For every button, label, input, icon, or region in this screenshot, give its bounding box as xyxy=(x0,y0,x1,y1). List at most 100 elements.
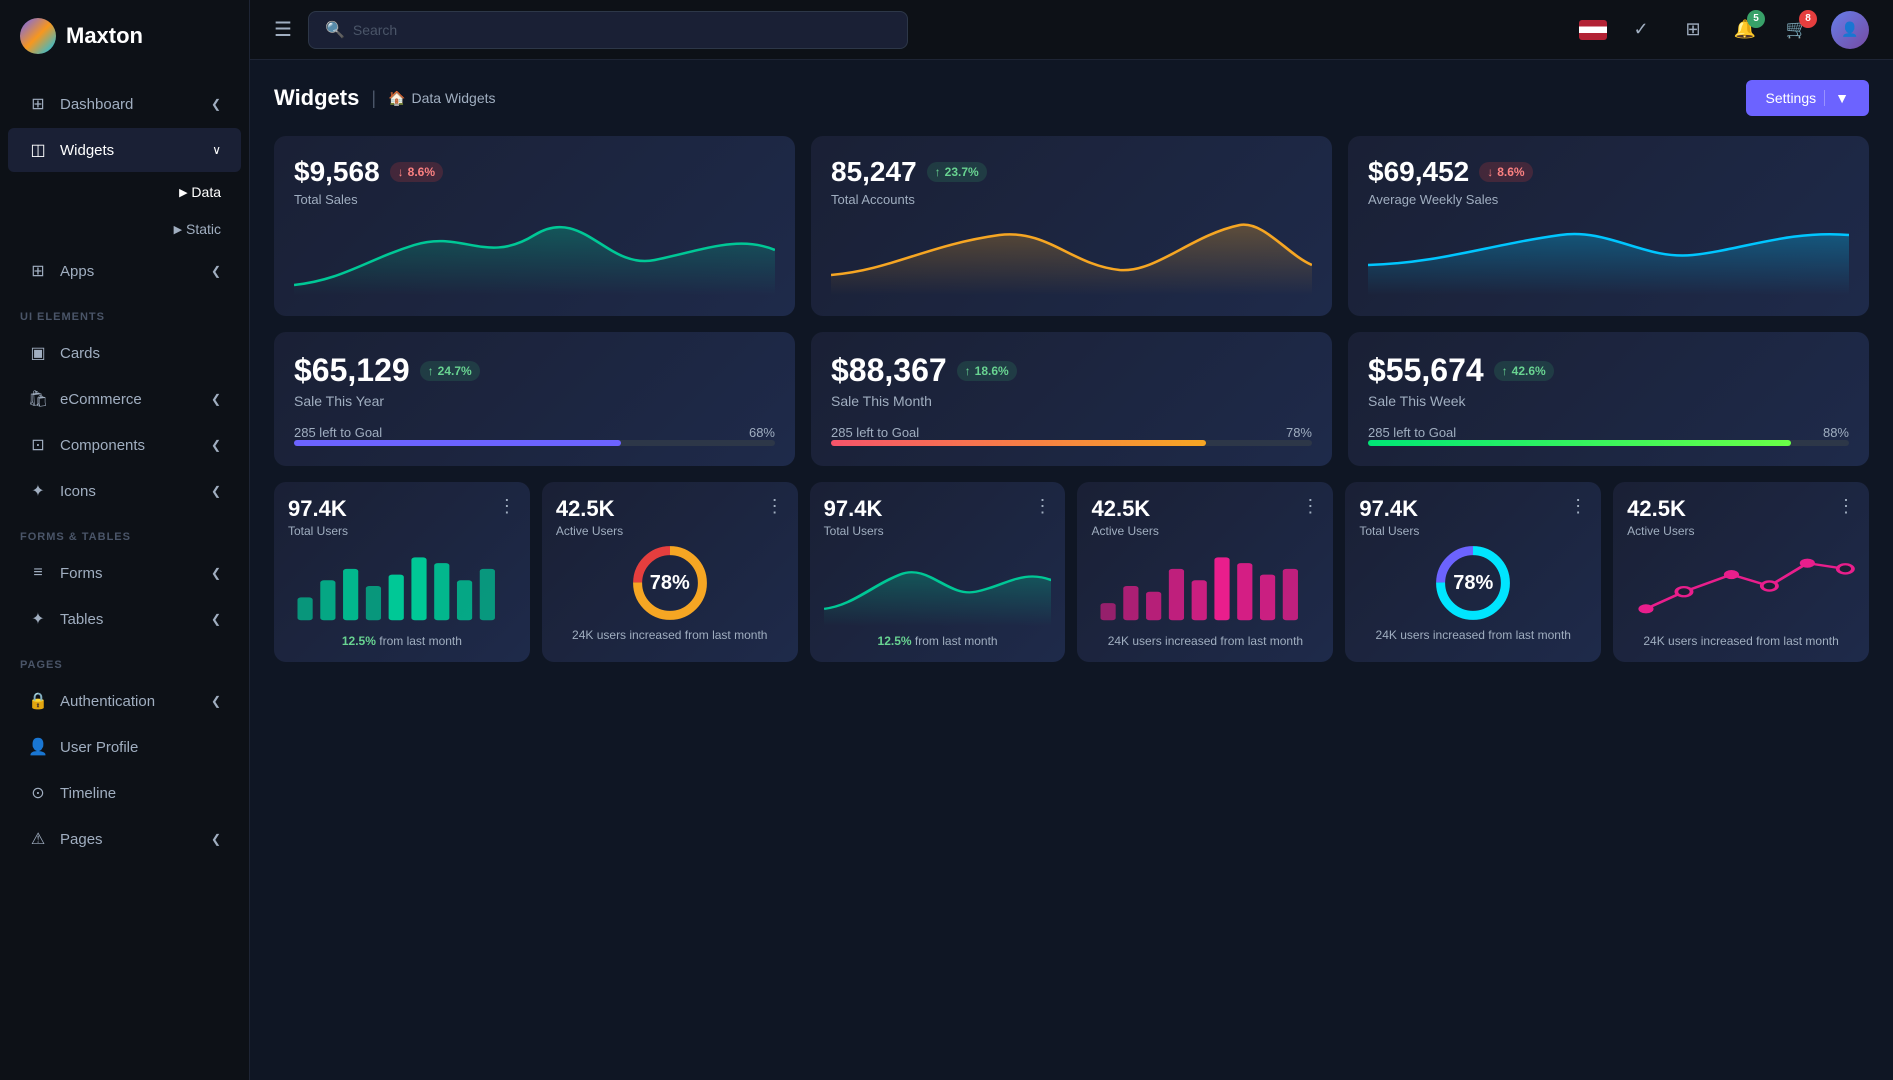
sidebar-item-label: eCommerce xyxy=(60,391,142,408)
down-arrow-icon: ↓ xyxy=(1487,165,1493,179)
goal-footer: 285 left to Goal 88% xyxy=(1368,425,1849,440)
goal-footer: 285 left to Goal 78% xyxy=(831,425,1312,440)
forms-section-label: FORMS & TABLES xyxy=(0,515,249,549)
trend-badge: ↓ 8.6% xyxy=(390,162,443,182)
hamburger-icon[interactable]: ☰ xyxy=(274,17,292,42)
card-value: $88,367 ↑ 18.6% xyxy=(831,352,1312,389)
sidebar-item-authentication[interactable]: 🔒 Authentication ❮ xyxy=(8,679,241,723)
sidebar-item-cards[interactable]: ▣ Cards xyxy=(8,331,241,375)
sidebar-item-timeline[interactable]: ⊙ Timeline xyxy=(8,771,241,815)
search-input[interactable] xyxy=(353,22,891,38)
small-card-footer: 12.5% from last month xyxy=(824,634,1052,648)
sidebar-navigation: ⊞ Dashboard ❮ ◫ Widgets ∨ ▶ Data ▶ Stati… xyxy=(0,72,249,1080)
total-accounts-card: 85,247 ↑ 23.7% Total Accounts xyxy=(811,136,1332,316)
sidebar-item-pages[interactable]: ⚠ Pages ❮ xyxy=(8,817,241,861)
ui-section-label: UI ELEMENTS xyxy=(0,295,249,329)
small-card-footer: 24K users increased from last month xyxy=(1627,634,1855,648)
more-options-icon[interactable]: ⋮ xyxy=(1033,496,1051,517)
sidebar-item-label: Tables xyxy=(60,611,103,628)
sidebar-item-icons[interactable]: ✦ Icons ❮ xyxy=(8,469,241,513)
logo-text: Maxton xyxy=(66,23,143,49)
more-options-icon[interactable]: ⋮ xyxy=(1569,496,1587,517)
card-label: Sale This Week xyxy=(1368,393,1849,409)
small-card-total-users-1: 97.4K Total Users ⋮ xyxy=(274,482,530,662)
sidebar-item-label: Components xyxy=(60,437,145,454)
header-actions: ✓ ⊞ 🔔 5 🛒 8 👤 xyxy=(1579,11,1869,49)
small-card-header: 42.5K Active Users ⋮ xyxy=(1091,496,1319,538)
up-arrow-icon: ↑ xyxy=(428,364,434,378)
settings-dropdown-arrow[interactable]: ▼ xyxy=(1824,90,1849,106)
line-chart xyxy=(824,546,1052,626)
small-card-label: Active Users xyxy=(556,524,623,538)
page-title: Widgets xyxy=(274,85,359,111)
small-card-total-users-2: 97.4K Total Users ⋮ xyxy=(810,482,1066,662)
goal-footer: 285 left to Goal 68% xyxy=(294,425,775,440)
apps-icon: ⊞ xyxy=(28,261,48,281)
small-card-header: 97.4K Total Users ⋮ xyxy=(1359,496,1587,538)
page-content: Widgets | 🏠 Data Widgets Settings ▼ $9,5… xyxy=(250,60,1893,1080)
widgets-icon: ◫ xyxy=(28,140,48,160)
expand-icon: ❮ xyxy=(211,832,221,846)
sidebar-item-widgets[interactable]: ◫ Widgets ∨ xyxy=(8,128,241,172)
checkmark-icon[interactable]: ✓ xyxy=(1623,12,1659,48)
sidebar-item-label: Apps xyxy=(60,263,94,280)
sidebar-item-ecommerce[interactable]: 🛍 eCommerce ❮ xyxy=(8,377,241,421)
card-label: Sale This Month xyxy=(831,393,1312,409)
settings-button[interactable]: Settings ▼ xyxy=(1746,80,1869,116)
sidebar-item-data[interactable]: ▶ Data xyxy=(8,174,241,210)
bottom-cards-grid: 97.4K Total Users ⋮ xyxy=(274,482,1869,662)
donut-chart: 78% xyxy=(1359,538,1587,628)
more-options-icon[interactable]: ⋮ xyxy=(766,496,784,517)
trend-badge: ↑ 42.6% xyxy=(1494,361,1554,381)
avatar[interactable]: 👤 xyxy=(1831,11,1869,49)
more-options-icon[interactable]: ⋮ xyxy=(1301,496,1319,517)
search-box[interactable]: 🔍 xyxy=(308,11,908,49)
notification-icon[interactable]: 🔔 5 xyxy=(1727,12,1763,48)
small-card-value: 97.4K xyxy=(288,496,348,522)
grid-icon[interactable]: ⊞ xyxy=(1675,12,1711,48)
small-card-footer: 24K users increased from last month xyxy=(556,628,784,642)
bar-chart xyxy=(288,546,516,626)
logo[interactable]: Maxton xyxy=(0,0,249,72)
expand-icon: ❮ xyxy=(211,566,221,580)
user-icon: 👤 xyxy=(28,737,48,757)
sidebar-item-label: Icons xyxy=(60,483,96,500)
small-card-value: 97.4K xyxy=(1359,496,1419,522)
sidebar-item-apps[interactable]: ⊞ Apps ❮ xyxy=(8,249,241,293)
more-options-icon[interactable]: ⋮ xyxy=(1837,496,1855,517)
sidebar-item-dashboard[interactable]: ⊞ Dashboard ❮ xyxy=(8,82,241,126)
small-card-label: Total Users xyxy=(1359,524,1419,538)
home-icon: 🏠 xyxy=(388,90,405,107)
sidebar-item-components[interactable]: ⊡ Components ❮ xyxy=(8,423,241,467)
header: ☰ 🔍 ✓ ⊞ 🔔 5 🛒 8 👤 xyxy=(250,0,1893,60)
card-label: Total Accounts xyxy=(831,192,1312,207)
sidebar-item-forms[interactable]: ≡ Forms ❮ xyxy=(8,551,241,595)
pages-icon: ⚠ xyxy=(28,829,48,849)
small-card-value: 42.5K xyxy=(1627,496,1694,522)
dashboard-icon: ⊞ xyxy=(28,94,48,114)
sidebar-item-static[interactable]: ▶ Static xyxy=(8,211,241,247)
bar-chart xyxy=(1091,546,1319,626)
sidebar-item-label: User Profile xyxy=(60,739,138,756)
cart-icon[interactable]: 🛒 8 xyxy=(1779,12,1815,48)
logo-icon xyxy=(20,18,56,54)
small-card-value: 42.5K xyxy=(1091,496,1158,522)
small-card-value: 97.4K xyxy=(824,496,884,522)
sidebar-item-user-profile[interactable]: 👤 User Profile xyxy=(8,725,241,769)
chart-area xyxy=(294,215,775,295)
language-selector[interactable] xyxy=(1579,20,1607,40)
chart-area xyxy=(831,215,1312,295)
sidebar-item-label: Dashboard xyxy=(60,96,133,113)
more-options-icon[interactable]: ⋮ xyxy=(498,496,516,517)
small-card-active-users-2: 42.5K Active Users ⋮ xyxy=(1077,482,1333,662)
down-arrow-icon: ↓ xyxy=(398,165,404,179)
sidebar-item-tables[interactable]: ✦ Tables ❮ xyxy=(8,597,241,641)
breadcrumb-link[interactable]: 🏠 Data Widgets xyxy=(388,90,495,107)
small-card-label: Active Users xyxy=(1627,524,1694,538)
sidebar-item-label: Pages xyxy=(60,831,103,848)
top-cards-grid: $9,568 ↓ 8.6% Total Sales xyxy=(274,136,1869,316)
small-card-header: 42.5K Active Users ⋮ xyxy=(1627,496,1855,538)
tables-icon: ✦ xyxy=(28,609,48,629)
chevron-right-icon: ▶ xyxy=(179,186,187,199)
card-value: $55,674 ↑ 42.6% xyxy=(1368,352,1849,389)
